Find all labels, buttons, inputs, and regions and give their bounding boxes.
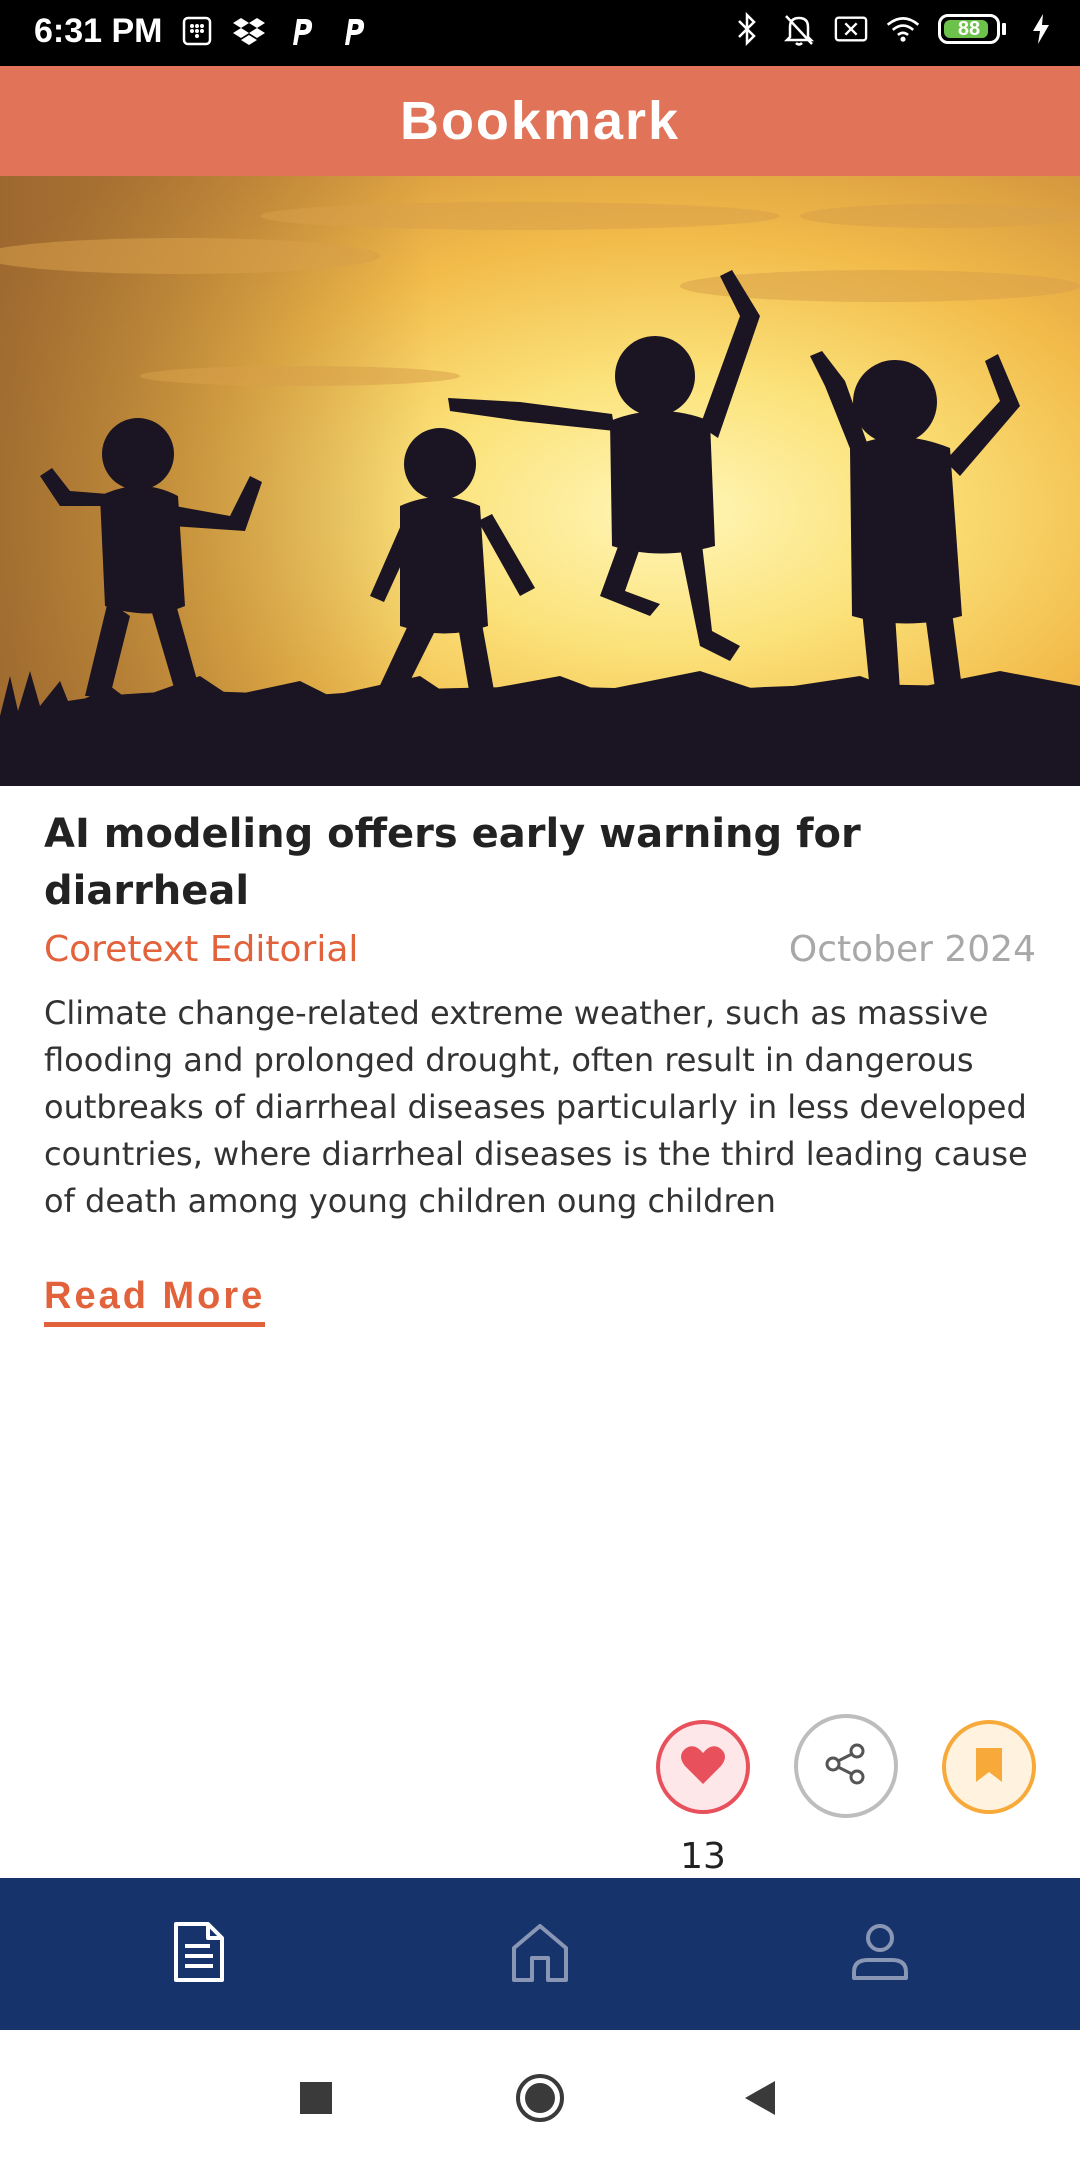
- battery-level: 88: [957, 17, 981, 40]
- article-meta: Coretext Editorial October 2024: [44, 920, 1036, 978]
- article-date: October 2024: [788, 928, 1036, 970]
- nav-item-profile[interactable]: [840, 1914, 920, 1994]
- battery-icon: 88: [938, 14, 1006, 44]
- p-app-icon: [284, 14, 318, 48]
- home-system-button[interactable]: [510, 2070, 570, 2130]
- circle-icon: [515, 2073, 565, 2127]
- bluetooth-icon: [730, 12, 764, 46]
- charging-icon: [1024, 12, 1058, 46]
- bottom-navigation: [0, 1878, 1080, 2030]
- article-actions: 13: [0, 1714, 1080, 1877]
- battery-indicator: 88: [938, 14, 1000, 44]
- article-card: AI modeling offers early warning for dia…: [44, 806, 1036, 1327]
- document-icon: [166, 1920, 230, 1988]
- page-title: Bookmark: [399, 91, 681, 151]
- like-count: 13: [680, 1836, 726, 1877]
- dropbox-icon: [232, 14, 266, 48]
- back-triangle-icon: [743, 2079, 777, 2121]
- battery-nub: [1002, 23, 1006, 35]
- app-header: Bookmark: [0, 66, 1080, 176]
- system-navigation-bar: [0, 2030, 1080, 2160]
- no-sim-icon: [834, 12, 868, 46]
- user-icon: [848, 1920, 912, 1988]
- status-right-icons: 88: [730, 12, 1058, 46]
- p-app-icon: [336, 14, 370, 48]
- bookmark-icon: [974, 1746, 1004, 1788]
- keypad-icon: [180, 14, 214, 48]
- square-icon: [299, 2081, 333, 2119]
- home-icon: [508, 1920, 572, 1988]
- article-summary: Climate change-related extreme weather, …: [44, 994, 1028, 1220]
- like-button[interactable]: [656, 1720, 750, 1814]
- article-hero-image[interactable]: [0, 176, 1080, 786]
- back-button[interactable]: [730, 2070, 790, 2130]
- status-left-icons: [180, 14, 370, 48]
- nav-item-articles[interactable]: [158, 1914, 238, 1994]
- wifi-icon: [886, 12, 920, 46]
- read-more-link[interactable]: Read More: [44, 1275, 266, 1327]
- bell-off-icon: [782, 12, 816, 46]
- article-title[interactable]: AI modeling offers early warning for dia…: [44, 806, 1036, 920]
- bookmark-button[interactable]: [942, 1720, 1036, 1814]
- heart-icon: [680, 1744, 726, 1790]
- status-time: 6:31 PM: [34, 12, 163, 50]
- recent-apps-button[interactable]: [286, 2070, 346, 2130]
- share-icon: [823, 1741, 869, 1791]
- article-author: Coretext Editorial: [44, 928, 359, 970]
- share-button[interactable]: [794, 1714, 898, 1818]
- status-bar: 6:31 PM 88: [0, 0, 1080, 66]
- nav-item-home[interactable]: [500, 1914, 580, 1994]
